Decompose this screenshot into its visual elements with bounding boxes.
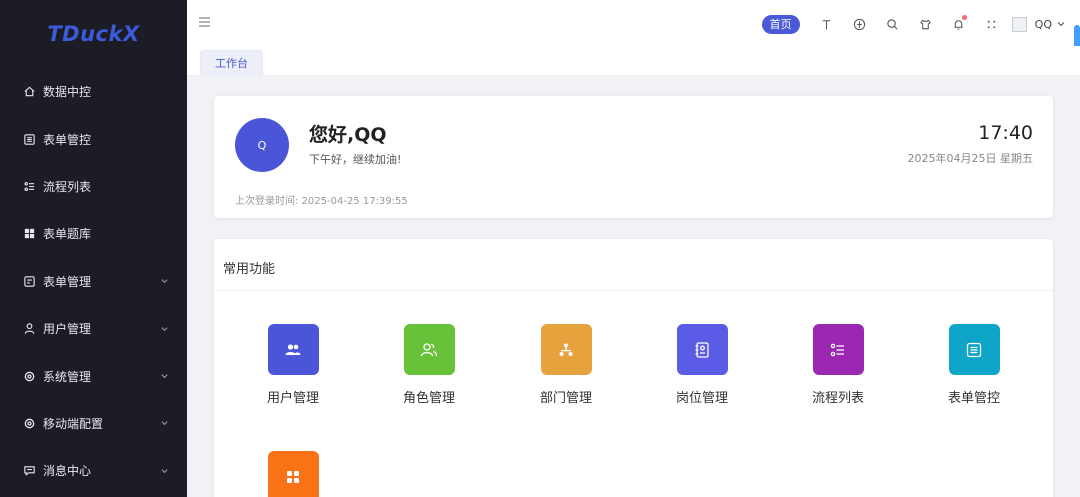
shortcut-post-management[interactable]: 岗位管理 [652, 324, 752, 406]
chevron-down-icon[interactable] [1056, 19, 1066, 29]
grid-icon [267, 451, 319, 497]
sidebar-item-label: 移动端配置 [43, 416, 104, 431]
sidebar-item-user-management[interactable]: 用户管理 [0, 305, 187, 352]
form-list-icon [22, 132, 36, 146]
shortcut-flow-list[interactable]: 流程列表 [788, 324, 888, 406]
theme-icon[interactable] [919, 17, 933, 31]
sidebar-item-form-management[interactable]: 表单管理 [0, 258, 187, 305]
gear-icon [22, 416, 36, 430]
user-avatar-icon[interactable] [1011, 16, 1027, 32]
sidebar-item-label: 数据中控 [43, 85, 92, 100]
sidebar-item-label: 用户管理 [43, 322, 92, 337]
shortcut-label: 用户管理 [266, 391, 319, 406]
shortcut-form-control[interactable]: 表单管控 [924, 324, 1024, 406]
home-button[interactable]: 首页 [761, 14, 800, 34]
shortcut-department-management[interactable]: 部门管理 [516, 324, 616, 406]
top-header: 首页 QQ [187, 0, 1080, 49]
notification-dot [961, 15, 967, 20]
shortcut-question-bank[interactable] [243, 451, 343, 497]
message-icon [22, 464, 36, 478]
shortcut-role-management[interactable]: 角色管理 [379, 324, 479, 406]
role-icon [403, 324, 455, 375]
shortcut-label: 流程列表 [811, 391, 864, 406]
app-logo: TDuckX [47, 22, 140, 46]
form-edit-icon [22, 274, 36, 288]
fullscreen-icon[interactable] [985, 17, 999, 31]
sidebar: TDuckX 数据中控 表单管控 流程列表 表单题库 表单管理 用户管理 系统管… [0, 0, 187, 497]
common-functions-card: 常用功能 用户管理 角色管理 部门管理 岗位管理 流程列表 表单管控 [214, 239, 1053, 497]
gear-icon [22, 369, 36, 383]
hamburger-icon[interactable] [199, 17, 210, 27]
sidebar-item-form-control[interactable]: 表单管控 [0, 115, 187, 162]
current-time: 17:40 [978, 122, 1033, 144]
chevron-down-icon [161, 374, 168, 379]
shortcut-label: 角色管理 [402, 391, 455, 406]
grid-icon [22, 227, 36, 241]
chevron-down-icon [161, 326, 168, 331]
divider [214, 290, 1053, 291]
sidebar-item-system-management[interactable]: 系统管理 [0, 352, 187, 399]
sidebar-item-flow-list[interactable]: 流程列表 [0, 163, 187, 210]
search-icon[interactable] [886, 17, 900, 31]
form-list-icon [948, 324, 1000, 375]
welcome-card: Q 您好,QQ 下午好，继续加油! 17:40 2025年04月25日 星期五 … [214, 96, 1053, 218]
shortcut-label: 表单管控 [947, 391, 1000, 406]
post-icon [676, 324, 728, 375]
chevron-down-icon [161, 469, 168, 473]
user-icon [22, 322, 36, 336]
flow-list-icon [22, 179, 36, 193]
tab-bar: 工作台 [187, 46, 1080, 76]
department-icon [540, 324, 592, 375]
chevron-down-icon [161, 279, 168, 284]
sidebar-item-mobile-config[interactable]: 移动端配置 [0, 400, 187, 447]
sidebar-item-label: 流程列表 [43, 179, 92, 194]
bell-icon[interactable] [952, 15, 967, 31]
font-size-icon[interactable] [820, 17, 834, 31]
sidebar-item-label: 系统管理 [43, 369, 92, 384]
sidebar-item-label: 表单题库 [43, 227, 92, 242]
sidebar-item-label: 消息中心 [43, 464, 92, 479]
language-icon[interactable] [853, 17, 867, 31]
shortcut-label: 部门管理 [539, 391, 592, 406]
greeting-subtitle: 下午好，继续加油! [309, 153, 402, 166]
home-icon [22, 85, 36, 99]
chevron-down-icon [161, 421, 168, 426]
last-login-time: 上次登录时间: 2025-04-25 17:39:55 [235, 196, 408, 207]
greeting-title: 您好,QQ [309, 124, 387, 146]
section-title: 常用功能 [223, 262, 276, 277]
sidebar-item-label: 表单管理 [43, 274, 92, 289]
tab-workbench[interactable]: 工作台 [200, 50, 263, 76]
current-date: 2025年04月25日 星期五 [907, 152, 1034, 165]
shortcut-label: 岗位管理 [675, 391, 728, 406]
sidebar-item-question-bank[interactable]: 表单题库 [0, 210, 187, 257]
shortcut-user-management[interactable]: 用户管理 [243, 324, 343, 406]
user-name[interactable]: QQ [1035, 18, 1052, 31]
flow-list-icon [812, 324, 864, 375]
users-icon [267, 324, 319, 375]
sidebar-item-data-control[interactable]: 数据中控 [0, 68, 187, 115]
avatar: Q [235, 118, 289, 172]
sidebar-item-label: 表单管控 [43, 132, 92, 147]
sidebar-item-message-center[interactable]: 消息中心 [0, 447, 187, 494]
